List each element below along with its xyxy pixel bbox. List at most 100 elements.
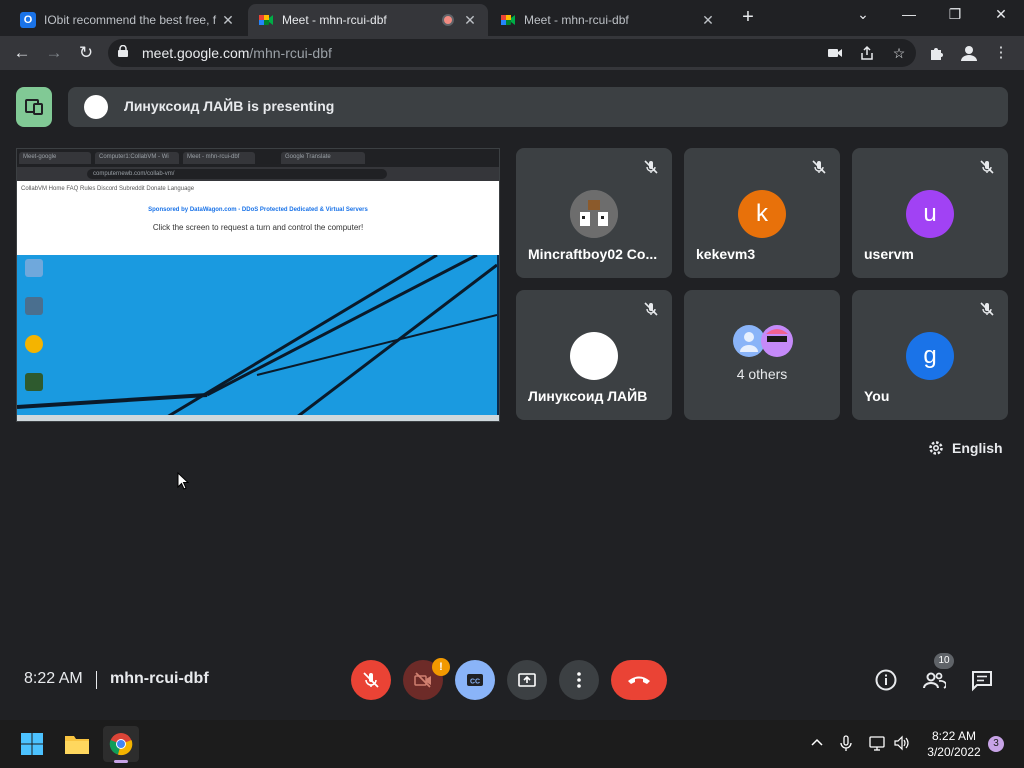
tab-meet-active[interactable]: Meet - mhn-rcui-dbf ✕ — [248, 4, 488, 36]
new-tab-button[interactable]: + — [736, 6, 760, 30]
participant-tile[interactable]: Mincraftboy02 Co... — [516, 148, 672, 278]
shared-tab-strip: Meet-google Computer1:CollabVM - Wi Meet… — [17, 149, 499, 167]
present-screen-icon — [518, 673, 536, 687]
participant-tile[interactable]: Линуксоид ЛАЙВ — [516, 290, 672, 420]
reload-button[interactable]: ↻ — [72, 40, 100, 66]
lock-icon — [118, 45, 128, 57]
close-tab-icon[interactable]: ✕ — [220, 12, 236, 29]
desktop-app-icon — [25, 373, 43, 391]
participant-avatar: u — [906, 190, 954, 238]
camera-off-icon — [414, 672, 431, 688]
shared-click-text: Click the screen to request a turn and c… — [152, 223, 364, 232]
tab-iobit[interactable]: O IObit recommend the best free, f ✕ — [10, 4, 246, 36]
participant-name: Mincraftboy02 Co... — [528, 246, 658, 262]
presenting-banner: Линуксоид ЛАЙВ is presenting — [68, 87, 1008, 127]
volume-icon[interactable] — [893, 734, 911, 752]
people-icon[interactable] — [922, 668, 946, 692]
presenting-text: Линуксоид ЛАЙВ is presenting — [124, 98, 335, 114]
present-to-all-icon — [25, 99, 43, 115]
microphone-icon[interactable] — [837, 734, 855, 752]
caption-language-button[interactable]: English — [928, 438, 1003, 458]
end-call-icon — [628, 676, 650, 684]
minimize-button[interactable]: — — [886, 0, 932, 30]
start-button[interactable] — [14, 726, 50, 762]
shared-toolbar: computernewb.com/collab-vm/ — [17, 167, 499, 181]
shared-tab: Meet - mhn-rcui-dbf — [183, 152, 255, 164]
presenter-avatar — [84, 95, 108, 119]
file-explorer-button[interactable] — [59, 726, 95, 762]
chrome-taskbar-button[interactable] — [103, 726, 139, 762]
taskbar-clock[interactable]: 8:22 AM 3/20/2022 — [924, 728, 984, 760]
browser-menu-icon[interactable]: ⋮ — [990, 42, 1012, 64]
tab-meet[interactable]: Meet - mhn-rcui-dbf ✕ — [490, 4, 726, 36]
participant-tile[interactable]: k kekevm3 — [684, 148, 840, 278]
shared-scrollbar — [17, 415, 499, 421]
tab-search-button[interactable]: ⌄ — [840, 0, 886, 30]
shared-screen[interactable]: Meet-google Computer1:CollabVM - Wi Meet… — [16, 148, 500, 422]
others-count: 4 others — [736, 366, 788, 382]
network-icon[interactable] — [868, 734, 886, 752]
meeting-details-icon[interactable] — [874, 668, 898, 692]
restore-button[interactable]: ❐ — [932, 0, 978, 30]
desktop-wallpaper — [17, 255, 497, 417]
desktop-recycle-bin-icon — [25, 297, 43, 315]
participant-avatar — [570, 190, 618, 238]
svg-text:CC: CC — [470, 679, 480, 686]
microphone-toggle-button[interactable] — [351, 660, 391, 700]
close-tab-icon[interactable]: ✕ — [462, 12, 478, 29]
mic-off-icon — [363, 672, 379, 688]
self-tile[interactable]: g You — [852, 290, 1008, 420]
minecraft-avatar-icon — [570, 190, 618, 238]
more-options-button[interactable] — [559, 660, 599, 700]
shared-url: computernewb.com/collab-vm/ — [87, 169, 387, 179]
notification-badge[interactable]: 3 — [988, 736, 1004, 752]
present-now-button[interactable] — [507, 660, 547, 700]
mic-off-icon — [980, 160, 994, 174]
more-vertical-icon — [577, 672, 581, 688]
profile-icon[interactable] — [958, 42, 980, 64]
chevron-up-icon[interactable] — [808, 734, 826, 752]
windows-logo-icon — [21, 733, 43, 755]
address-bar[interactable]: meet.google.com/mhn-rcui-dbf ☆ — [108, 39, 916, 67]
back-button[interactable]: ← — [8, 40, 36, 66]
participant-name: kekevm3 — [696, 246, 756, 262]
mic-off-icon — [644, 302, 658, 316]
bookmark-star-icon[interactable]: ☆ — [890, 44, 908, 62]
shared-webpage: CollabVM Home FAQ Rules Discord Subreddi… — [17, 181, 499, 255]
camera-warning-badge: ! — [432, 658, 450, 676]
others-tile[interactable]: 4 others — [684, 290, 840, 420]
folder-icon — [65, 736, 89, 754]
iobit-favicon-icon: O — [20, 12, 36, 28]
camera-in-use-icon[interactable] — [826, 44, 844, 62]
tab-title: Meet - mhn-rcui-dbf — [282, 13, 387, 27]
mic-off-icon — [644, 160, 658, 174]
desktop-computer-icon — [25, 259, 43, 277]
recording-icon — [442, 14, 454, 26]
meeting-code[interactable]: mhn-rcui-dbf — [110, 670, 209, 688]
taskbar-date: 3/20/2022 — [927, 745, 981, 759]
participant-tile[interactable]: u uservm — [852, 148, 1008, 278]
tab-strip: O IObit recommend the best free, f ✕ Mee… — [0, 0, 1024, 36]
active-app-indicator — [114, 760, 128, 763]
participant-name: uservm — [864, 246, 914, 262]
shared-tab: Computer1:CollabVM - Wi — [95, 152, 179, 164]
participant-avatar — [570, 332, 618, 380]
share-icon[interactable] — [858, 44, 876, 62]
forward-button[interactable]: → — [40, 40, 68, 66]
chat-icon[interactable] — [970, 668, 994, 692]
leave-call-button[interactable] — [611, 660, 667, 700]
mic-off-icon — [812, 160, 826, 174]
desktop-chrome-icon — [25, 335, 43, 353]
participant-name: Линуксоид ЛАЙВ — [528, 388, 648, 404]
close-tab-icon[interactable]: ✕ — [700, 12, 716, 29]
taskbar-time: 8:22 AM — [931, 729, 977, 743]
presentation-toggle-button[interactable] — [16, 87, 52, 127]
browser-toolbar: ← → ↻ meet.google.com/mhn-rcui-dbf ☆ ⋮ — [0, 36, 1024, 70]
others-avatars-icon — [733, 325, 793, 357]
close-window-button[interactable]: ✕ — [978, 0, 1024, 30]
language-label: English — [952, 440, 1003, 456]
shared-nav: CollabVM Home FAQ Rules Discord Subreddi… — [21, 186, 195, 192]
captions-button[interactable]: CC — [455, 660, 495, 700]
divider — [96, 671, 97, 689]
extensions-icon[interactable] — [926, 42, 948, 64]
